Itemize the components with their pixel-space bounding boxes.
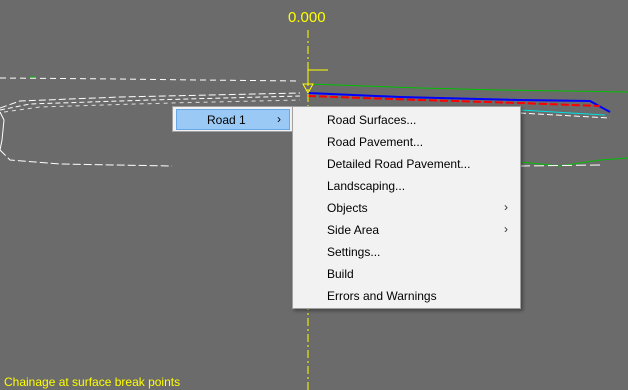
menu-item-settings[interactable]: Settings...	[295, 241, 518, 263]
menu-item-label: Errors and Warnings	[327, 289, 437, 303]
context-menu: Road 1 ›	[172, 106, 294, 132]
lower-right-green	[519, 157, 628, 167]
lower-white-outline	[0, 149, 173, 167]
menu-item-side-area[interactable]: Side Area ›	[295, 219, 518, 241]
menu-item-label: Road Pavement...	[327, 135, 424, 149]
menu-item-detailed-road-pavement[interactable]: Detailed Road Pavement...	[295, 153, 518, 175]
menu-item-road-surfaces[interactable]: Road Surfaces...	[295, 109, 518, 131]
white-right-line	[519, 112, 611, 119]
menu-item-label: Objects	[327, 201, 368, 215]
menu-item-errors-and-warnings[interactable]: Errors and Warnings	[295, 285, 518, 307]
menu-item-road-pavement[interactable]: Road Pavement...	[295, 131, 518, 153]
menu-item-landscaping[interactable]: Landscaping...	[295, 175, 518, 197]
top-white-line	[0, 77, 301, 82]
cyan-line	[519, 109, 606, 116]
menu-item-label: Landscaping...	[327, 179, 406, 193]
chevron-right-icon: ›	[504, 200, 508, 214]
chevron-right-icon: ›	[277, 112, 281, 126]
left-white-curve	[0, 111, 5, 151]
menu-item-label: Road Surfaces...	[327, 113, 417, 127]
menu-item-label: Build	[327, 267, 354, 281]
menu-item-road-1[interactable]: Road 1 ›	[176, 109, 290, 130]
status-message: Chainage at surface break points	[4, 375, 181, 389]
ground-green-line	[309, 83, 628, 93]
chainage-value-label: 0.000	[288, 9, 326, 26]
chainage-marker-symbol	[302, 69, 328, 95]
menu-item-build[interactable]: Build	[295, 263, 518, 285]
menu-item-objects[interactable]: Objects ›	[295, 197, 518, 219]
menu-item-label: Side Area	[327, 223, 380, 237]
road-1-submenu: Road Surfaces... Road Pavement... Detail…	[292, 106, 521, 309]
menu-item-road-1-label: Road 1	[207, 113, 246, 127]
chevron-right-icon: ›	[504, 222, 508, 236]
menu-item-label: Settings...	[327, 245, 381, 259]
menu-item-label: Detailed Road Pavement...	[327, 157, 471, 171]
